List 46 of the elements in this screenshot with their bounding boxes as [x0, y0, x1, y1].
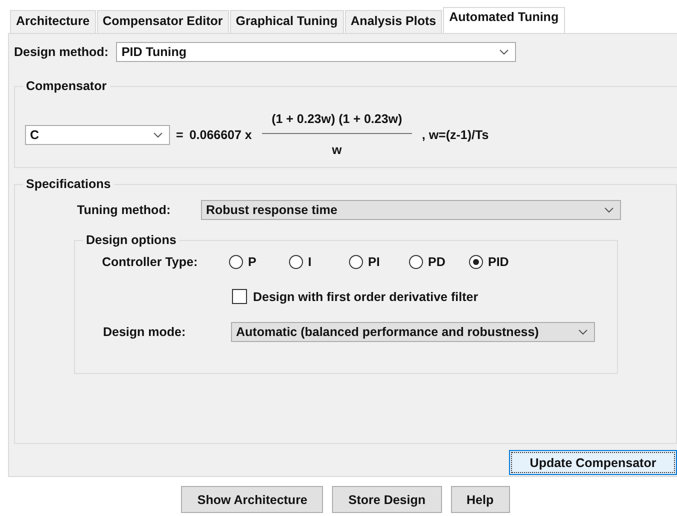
radio-label: PD — [428, 255, 446, 269]
checkbox-label: Design with first order derivative filter — [253, 290, 478, 304]
dialog-button[interactable]: Store Design — [332, 486, 442, 513]
radio-option[interactable]: I — [289, 255, 349, 269]
variable-definition: , w=(z-1)/Ts — [422, 128, 489, 142]
radio-button[interactable] — [289, 255, 303, 269]
design-mode-label: Design mode: — [103, 325, 187, 339]
radio-label: PI — [368, 255, 380, 269]
radio-button[interactable] — [469, 255, 483, 269]
tuning-method-dropdown[interactable]: Robust response time — [201, 200, 621, 220]
radio-label: PID — [488, 255, 509, 269]
radio-label: I — [308, 255, 312, 269]
chevron-down-icon — [604, 207, 614, 213]
radio-option[interactable]: PD — [409, 255, 469, 269]
tab[interactable]: Automated Tuning — [443, 7, 565, 33]
tab[interactable]: Compensator Editor — [96, 10, 229, 33]
controller-type-label: Controller Type: — [102, 255, 199, 269]
dialog-button[interactable]: Help — [450, 486, 510, 513]
radio-button[interactable] — [349, 255, 363, 269]
radio-option[interactable]: PI — [349, 255, 409, 269]
denominator-text: w — [332, 143, 342, 157]
group-title: Compensator — [23, 79, 110, 93]
chevron-down-icon — [578, 329, 588, 335]
group-title: Specifications — [23, 177, 114, 191]
tab[interactable]: Analysis Plots — [344, 10, 442, 33]
tab[interactable]: Architecture — [10, 10, 96, 33]
equals-sign: = — [176, 128, 184, 142]
design-method-label: Design method: — [14, 45, 108, 59]
tab[interactable]: Graphical Tuning — [230, 10, 344, 33]
tuning-method-label: Tuning method: — [77, 203, 172, 217]
radio-option[interactable]: P — [229, 255, 289, 269]
radio-button[interactable] — [229, 255, 243, 269]
design-mode-dropdown[interactable]: Automatic (balanced performance and robustness) — [231, 322, 595, 342]
design-method-dropdown[interactable]: PID Tuning — [116, 42, 516, 62]
chevron-down-icon — [153, 132, 163, 138]
radio-label: P — [248, 255, 256, 269]
chevron-down-icon — [499, 49, 510, 55]
update-compensator-button[interactable]: Update Compensator — [509, 450, 677, 475]
gain-text: 0.066607 x — [189, 128, 252, 142]
dialog-button[interactable]: Show Architecture — [181, 486, 324, 513]
checkbox[interactable] — [232, 289, 247, 304]
compensator-dropdown[interactable]: C — [25, 124, 170, 144]
numerator-text: (1 + 0.23w) (1 + 0.23w) — [272, 112, 402, 126]
radio-option[interactable]: PID — [469, 255, 529, 269]
group-title: Design options — [83, 233, 180, 247]
radio-button[interactable] — [409, 255, 423, 269]
